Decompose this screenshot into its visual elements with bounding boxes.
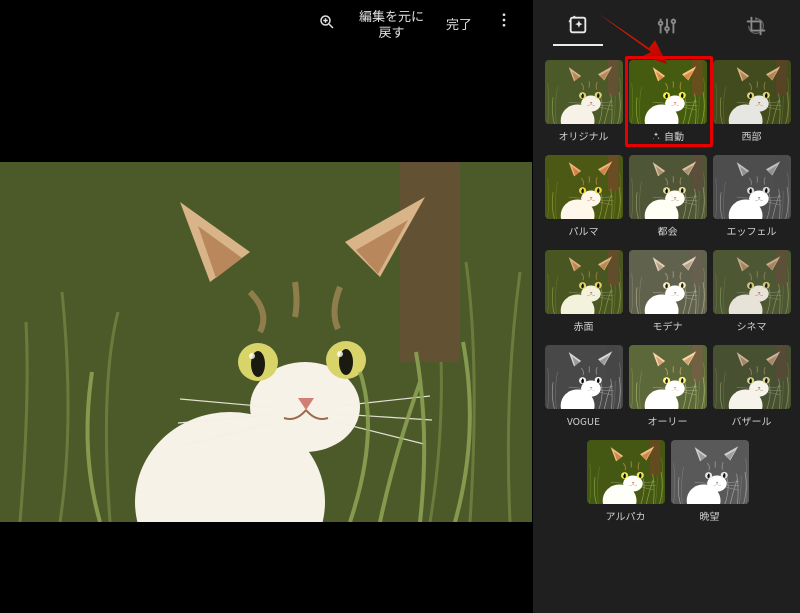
zoom-in-icon[interactable] bbox=[317, 8, 337, 28]
main-image-preview[interactable] bbox=[0, 50, 532, 613]
auto-enhance-icon bbox=[651, 131, 661, 141]
filter-thumb bbox=[545, 60, 623, 124]
revert-edits-button[interactable]: 編集を元に戻す bbox=[359, 8, 424, 39]
tab-filters[interactable] bbox=[553, 6, 603, 46]
filter-label: モデナ bbox=[653, 318, 683, 333]
filter-label: パルマ bbox=[569, 223, 599, 238]
filter-thumb bbox=[545, 345, 623, 409]
filter-thumb bbox=[629, 60, 707, 124]
filter-thumb bbox=[629, 345, 707, 409]
filter-label: VOGUE bbox=[567, 413, 600, 428]
filter-label: アルパカ bbox=[606, 508, 646, 523]
filter-eiffel[interactable]: エッフェル bbox=[712, 155, 792, 238]
filter-thumb bbox=[629, 250, 707, 314]
filter-vista[interactable]: 晩望 bbox=[670, 440, 750, 523]
filter-modena[interactable]: モデナ bbox=[628, 250, 708, 333]
filter-label: 西部 bbox=[742, 128, 762, 143]
filter-label: 赤面 bbox=[574, 318, 594, 333]
filter-thumb bbox=[545, 155, 623, 219]
filter-label: 晩望 bbox=[700, 508, 720, 523]
more-options-icon[interactable] bbox=[494, 8, 514, 28]
edit-panel: オリジナル 自動 西部パルマ 都会 エッフェル赤面 モデナ シネマ VOGUE オーリー バザール… bbox=[532, 0, 800, 613]
filter-bazaar[interactable]: バザール bbox=[712, 345, 792, 428]
filter-label: 自動 bbox=[651, 128, 684, 143]
filter-thumb bbox=[587, 440, 665, 504]
filter-label: 都会 bbox=[658, 223, 678, 238]
filter-cinema[interactable]: シネマ bbox=[712, 250, 792, 333]
filter-auto[interactable]: 自動 bbox=[628, 60, 708, 143]
app-root: 編集を元に戻す 完了 オリジナル 自動 西部パルマ 都会 エッフェル赤面 モデナ シネマ VO… bbox=[0, 0, 800, 613]
filter-alpaca[interactable]: アルパカ bbox=[586, 440, 666, 523]
filter-label: バザール bbox=[732, 413, 772, 428]
preview-topbar: 編集を元に戻す 完了 bbox=[0, 0, 532, 50]
filter-thumb bbox=[629, 155, 707, 219]
tab-crop-rotate[interactable] bbox=[731, 7, 781, 45]
filter-label: オーリー bbox=[648, 413, 688, 428]
filter-metro[interactable]: 都会 bbox=[628, 155, 708, 238]
filter-west[interactable]: 西部 bbox=[712, 60, 792, 143]
filter-thumb bbox=[713, 155, 791, 219]
filter-vogue[interactable]: VOGUE bbox=[544, 345, 624, 428]
filter-blush[interactable]: 赤面 bbox=[544, 250, 624, 333]
preview-pane: 編集を元に戻す 完了 bbox=[0, 0, 532, 613]
filter-thumb bbox=[713, 345, 791, 409]
filter-ollie[interactable]: オーリー bbox=[628, 345, 708, 428]
filter-label: シネマ bbox=[737, 318, 767, 333]
edit-tabs bbox=[533, 0, 800, 52]
filter-thumb bbox=[713, 60, 791, 124]
filter-thumb bbox=[713, 250, 791, 314]
filter-thumb bbox=[671, 440, 749, 504]
filter-thumb bbox=[545, 250, 623, 314]
filter-original[interactable]: オリジナル bbox=[544, 60, 624, 143]
filter-palma[interactable]: パルマ bbox=[544, 155, 624, 238]
done-button[interactable]: 完了 bbox=[446, 8, 472, 33]
filter-row-last: アルパカ 晩望 bbox=[544, 440, 792, 523]
tab-adjust[interactable] bbox=[642, 7, 692, 45]
filter-label: オリジナル bbox=[559, 128, 609, 143]
filter-list: オリジナル 自動 西部パルマ 都会 エッフェル赤面 モデナ シネマ VOGUE オーリー バザール… bbox=[533, 52, 800, 613]
photo-content bbox=[0, 162, 532, 522]
filter-label: エッフェル bbox=[727, 223, 777, 238]
